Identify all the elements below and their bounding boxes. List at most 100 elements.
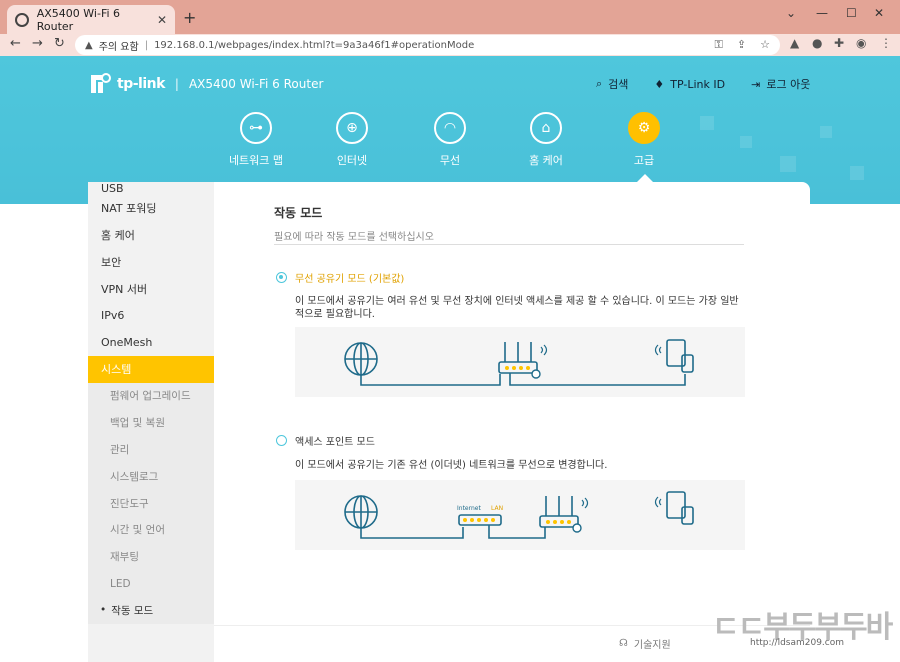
sidebar-subitem-firmware[interactable]: 펌웨어 업그레이드 <box>88 382 214 410</box>
headset-icon: ☊ <box>619 638 628 649</box>
support-link[interactable]: ☊ 기술지원 <box>619 636 671 651</box>
browser-tab[interactable]: AX5400 Wi-Fi 6 Router ✕ <box>7 5 175 34</box>
brand-name: tp-link <box>117 76 165 92</box>
nav-label: 고급 <box>633 154 655 167</box>
sidebar-item-onemesh[interactable]: OneMesh <box>88 329 214 356</box>
nav-advanced[interactable]: ⚙ 고급 <box>599 112 689 168</box>
router-icon <box>539 515 579 528</box>
sidebar-subitem-led[interactable]: LED <box>88 570 214 597</box>
header-links: ⌕ 검색 ♦ TP-Link ID ⇥ 로그 아웃 <box>596 76 810 92</box>
radio-router-mode[interactable] <box>276 272 287 283</box>
logout-label: 로그 아웃 <box>766 78 811 91</box>
watermark-url: http://ldsam209.com <box>750 638 845 648</box>
sidebar-subitem-label: 시스템로그 <box>110 470 159 483</box>
sidebar-subitem-diagnostics[interactable]: 진단도구 <box>88 489 214 517</box>
sidebar: USB NAT 포워딩 홈 케어 보안 VPN 서버 IPv6 OneMesh … <box>88 182 214 662</box>
forward-icon[interactable]: → <box>32 36 43 51</box>
search-icon: ⌕ <box>596 77 603 90</box>
address-bar[interactable]: ▲ 주의 요함 | 192.168.0.1/webpages/index.htm… <box>75 35 780 55</box>
sidebar-subitem-label: 펌웨어 업그레이드 <box>110 390 191 403</box>
nav-wireless[interactable]: ◠ 무선 <box>405 112 495 168</box>
sidebar-subitem-admin[interactable]: 관리 <box>88 436 214 463</box>
search-label: 검색 <box>608 78 629 91</box>
key-icon[interactable]: ⚿ <box>715 38 723 52</box>
bullet-icon: • <box>100 604 107 617</box>
sidebar-item-nat[interactable]: NAT 포워딩 <box>88 195 214 222</box>
nav-label: 무선 <box>439 154 461 167</box>
drive-icon[interactable]: ▲ <box>790 36 799 50</box>
logout-link[interactable]: ⇥ 로그 아웃 <box>751 76 810 92</box>
nav-label: 홈 케어 <box>529 154 563 167</box>
phone-icon <box>681 506 694 525</box>
nav-home-care[interactable]: ⌂ 홈 케어 <box>501 112 591 168</box>
window-close-icon[interactable]: ✕ <box>874 6 884 20</box>
sidebar-subitem-label: 작동 모드 <box>111 604 154 617</box>
sidebar-subitem-reboot[interactable]: 재부팅 <box>88 543 214 571</box>
sidebar-subitem-backup[interactable]: 백업 및 복원 <box>88 409 214 437</box>
logout-icon: ⇥ <box>751 77 761 91</box>
maximize-icon[interactable]: ☐ <box>846 6 857 20</box>
chevron-down-icon[interactable]: ⌄ <box>786 6 796 20</box>
page-subtitle: 필요에 따라 작동 모드를 선택하십시오 <box>274 232 434 243</box>
sidebar-subitem-time[interactable]: 시간 및 언어 <box>88 516 214 544</box>
network-map-icon: ⊶ <box>240 112 272 144</box>
option-label: 무선 공유기 모드 (기본값) <box>295 274 405 285</box>
option-router-mode[interactable]: 무선 공유기 모드 (기본값) <box>276 270 404 285</box>
sidebar-subitem-label: 관리 <box>110 444 130 457</box>
sidebar-item-ipv6[interactable]: IPv6 <box>88 302 214 329</box>
url-text: 192.168.0.1/webpages/index.html?t=9a3a46… <box>154 39 475 51</box>
sidebar-item-system[interactable]: 시스템 <box>88 355 214 383</box>
sidebar-item-vpn[interactable]: VPN 서버 <box>88 275 214 302</box>
share-icon[interactable]: ⇪ <box>737 38 746 52</box>
nav-label: 인터넷 <box>336 154 368 167</box>
browser-tab-strip: AX5400 Wi-Fi 6 Router ✕ + ⌄ — ☐ ✕ <box>0 0 900 34</box>
sidebar-subitem-operation-mode[interactable]: • 작동 모드 <box>88 596 214 624</box>
sidebar-item-label: 홈 케어 <box>101 229 135 243</box>
home-care-icon: ⌂ <box>530 112 562 144</box>
user-icon: ♦ <box>654 77 665 91</box>
extension-icon[interactable]: ● <box>812 36 822 50</box>
tplink-id-link[interactable]: ♦ TP-Link ID <box>654 78 725 91</box>
sidebar-subitem-label: 백업 및 복원 <box>110 417 165 430</box>
security-label: 주의 요함 <box>98 41 139 53</box>
tab-favicon-icon <box>15 12 29 27</box>
globe-icon: ⊕ <box>336 112 368 144</box>
reload-icon[interactable]: ↻ <box>54 36 65 51</box>
radio-ap-mode[interactable] <box>276 435 287 446</box>
page-title: 작동 모드 <box>274 206 323 220</box>
menu-icon[interactable]: ⋮ <box>880 36 892 50</box>
sidebar-item-label: 보안 <box>101 255 122 269</box>
tab-close-icon[interactable]: ✕ <box>157 13 167 27</box>
sidebar-subitem-syslog[interactable]: 시스템로그 <box>88 462 214 490</box>
minimize-icon[interactable]: — <box>816 6 828 20</box>
main-panel: 작동 모드 필요에 따라 작동 모드를 선택하십시오 무선 공유기 모드 (기본… <box>214 182 810 662</box>
sidebar-item-usb[interactable]: USB <box>88 182 214 195</box>
gear-icon: ⚙ <box>628 112 660 144</box>
address-separator: | <box>144 39 149 51</box>
search-link[interactable]: ⌕ 검색 <box>596 76 628 92</box>
puzzle-icon[interactable]: ✚ <box>834 36 844 50</box>
internet-port-label: Internet <box>457 505 481 512</box>
sidebar-item-label: NAT 포워딩 <box>101 202 157 216</box>
nav-internet[interactable]: ⊕ 인터넷 <box>307 112 397 168</box>
option-description: 이 모드에서 공유기는 여러 유선 및 무선 장치에 인터넷 액세스를 제공 할… <box>295 296 739 320</box>
ap-mode-diagram: Internet LAN <box>295 480 745 550</box>
wifi-icon: ◠ <box>434 112 466 144</box>
option-ap-mode[interactable]: 액세스 포인트 모드 <box>276 433 375 448</box>
tp-link-mark-icon <box>88 72 112 96</box>
sidebar-subitem-label: 진단도구 <box>110 497 149 510</box>
profile-avatar[interactable]: ◉ <box>856 36 866 50</box>
star-icon[interactable]: ☆ <box>760 38 770 52</box>
phone-icon <box>681 354 694 373</box>
sidebar-item-home-care[interactable]: 홈 케어 <box>88 222 214 249</box>
sidebar-item-label: IPv6 <box>101 309 125 323</box>
new-tab-icon[interactable]: + <box>183 8 196 27</box>
support-label: 기술지원 <box>633 640 671 651</box>
sidebar-item-label: 시스템 <box>101 363 132 377</box>
tplink-id-label: TP-Link ID <box>670 77 726 91</box>
logo-divider: | <box>174 77 179 91</box>
nav-label: 네트워크 맵 <box>228 154 284 167</box>
nav-network-map[interactable]: ⊶ 네트워크 맵 <box>211 112 301 168</box>
back-icon[interactable]: ← <box>10 36 21 51</box>
sidebar-item-security[interactable]: 보안 <box>88 249 214 276</box>
